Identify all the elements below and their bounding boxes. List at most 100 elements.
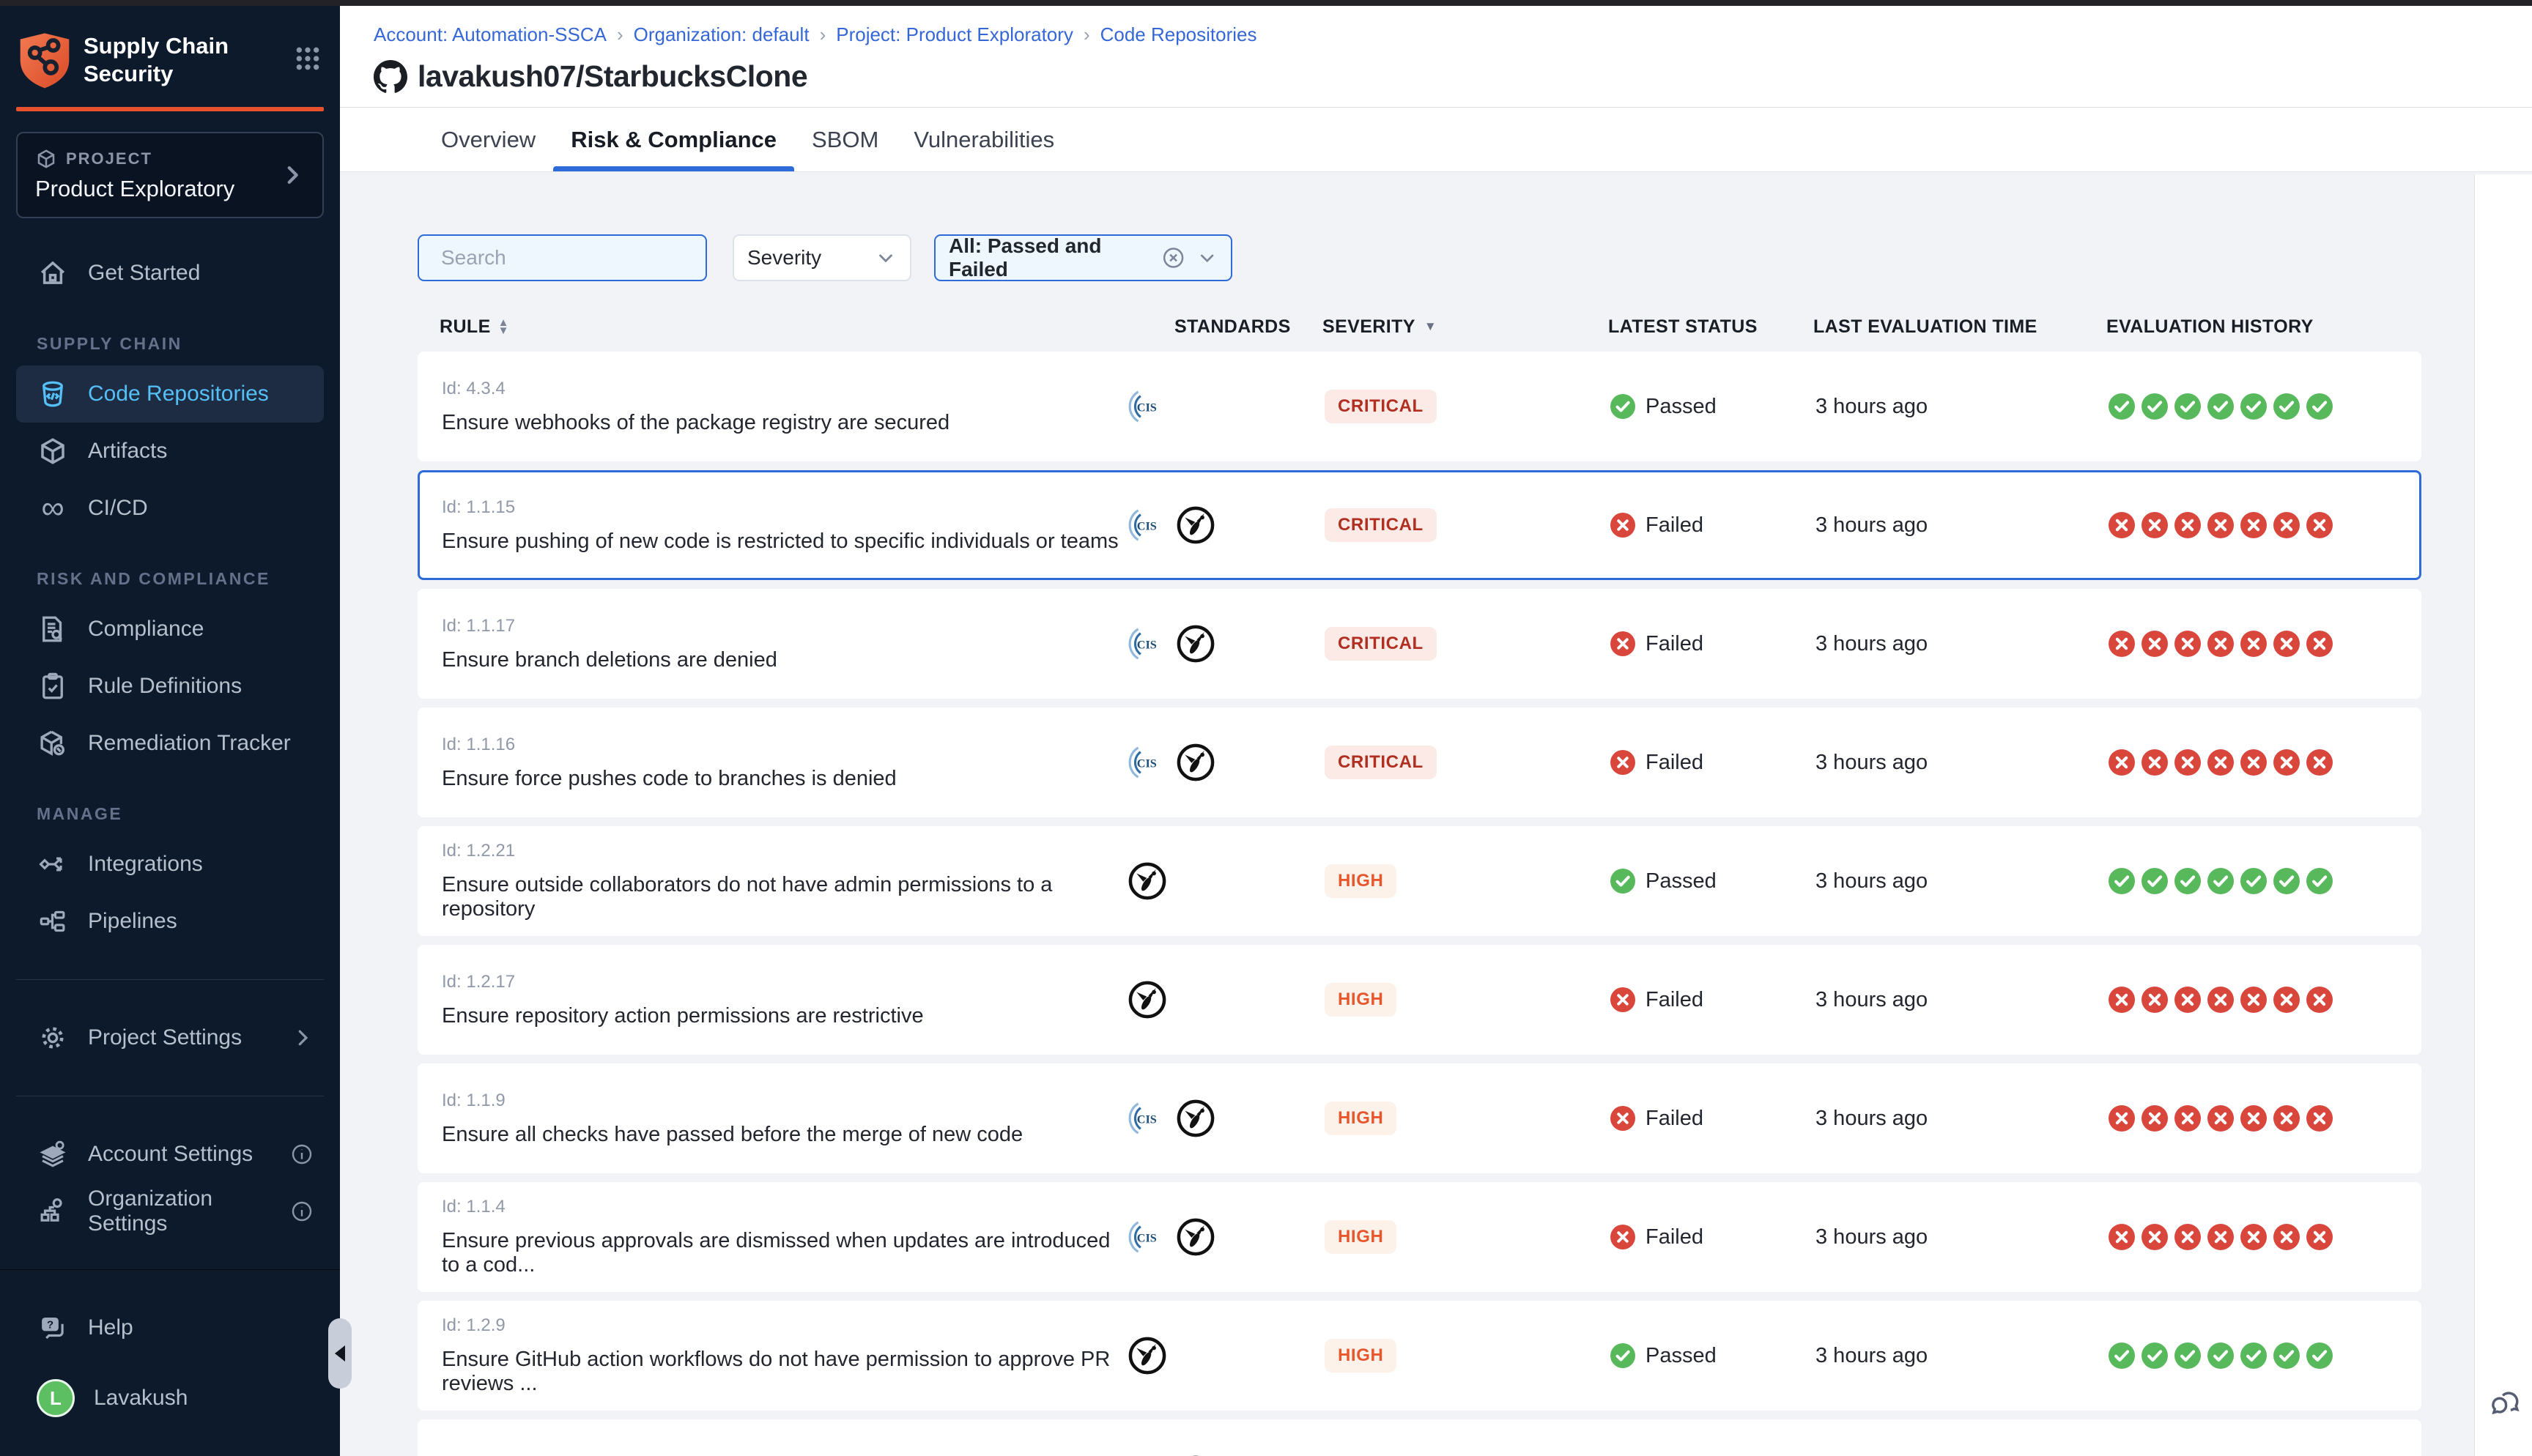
breadcrumb-code-repositories[interactable]: Code Repositories (1100, 23, 1257, 46)
x-circle-icon (2240, 1105, 2267, 1132)
severity-badge: CRITICAL (1325, 627, 1437, 661)
sidebar-item-label: Integrations (88, 852, 203, 877)
check-circle-icon (2273, 393, 2300, 420)
sidebar-item-compliance[interactable]: Compliance (0, 601, 340, 658)
latest-status: Failed (1610, 1225, 1815, 1249)
breadcrumb-project[interactable]: Project: Product Exploratory (836, 23, 1073, 46)
code-repository-icon (37, 378, 69, 410)
x-circle-icon (2142, 512, 2168, 538)
project-label: PROJECT (66, 149, 152, 168)
column-header-severity[interactable]: SEVERITY ▼ (1322, 316, 1608, 338)
tab-sbom[interactable]: SBOM (794, 108, 896, 171)
sidebar-item-account-settings[interactable]: Account Settings (0, 1126, 340, 1183)
info-icon (290, 1200, 314, 1223)
x-circle-icon (2273, 987, 2300, 1013)
table-row[interactable]: Id: 1.1.9 Ensure all checks have passed … (418, 1063, 2421, 1173)
tab-risk-and-compliance[interactable]: Risk & Compliance (553, 108, 794, 171)
status-label: Failed (1646, 513, 1703, 538)
sort-icon[interactable]: ▲▼ (498, 319, 509, 335)
rule-id: Id: 1.1.15 (442, 497, 1127, 518)
table-row[interactable]: Id: 1.1.16 Ensure force pushes code to b… (418, 707, 2421, 817)
sidebar-item-cicd[interactable]: ∞ CI/CD (0, 480, 340, 537)
column-header-rule[interactable]: RULE ▲▼ (418, 316, 1125, 338)
latest-status: Passed (1610, 869, 1815, 894)
x-circle-icon (2240, 512, 2267, 538)
check-circle-icon (2306, 868, 2333, 894)
main-area: Account: Automation-SSCA › Organization: … (340, 6, 2532, 1456)
sidebar-item-get-started[interactable]: Get Started (0, 245, 340, 302)
table-row[interactable]: Id: 1.2.21 Ensure outside collaborators … (418, 826, 2421, 936)
x-circle-icon (2306, 1224, 2333, 1250)
filter-bar: Severity All: Passed and Failed (418, 234, 2532, 281)
x-circle-icon (2306, 987, 2333, 1013)
tab-overview[interactable]: Overview (423, 108, 553, 171)
user-name: Lavakush (94, 1386, 188, 1411)
svg-text:CIS: CIS (1137, 520, 1157, 533)
sidebar-item-project-settings[interactable]: Project Settings (0, 1009, 340, 1066)
sidebar-item-help[interactable]: ? Help (0, 1299, 340, 1356)
standards-cell: CIS (1127, 1217, 1325, 1258)
breadcrumb: Account: Automation-SSCA › Organization: … (374, 23, 2503, 46)
sidebar-collapse-handle[interactable] (328, 1318, 352, 1389)
evaluation-history (2109, 393, 2419, 420)
project-selector[interactable]: PROJECT Product Exploratory (16, 132, 324, 218)
sidebar-item-code-repositories[interactable]: Code Repositories (16, 365, 324, 423)
status-label: Failed (1646, 632, 1703, 656)
app-switcher-grid-icon[interactable] (293, 44, 322, 77)
x-circle-icon (2109, 1105, 2135, 1132)
brand-underline (16, 107, 324, 111)
search-input[interactable] (440, 245, 707, 270)
x-circle-icon (2306, 1105, 2333, 1132)
evaluation-history (2109, 868, 2419, 894)
rule-id: Id: 1.2.21 (442, 841, 1127, 861)
standard-owasp-icon (1175, 623, 1216, 664)
sidebar-item-organization-settings[interactable]: Organization Settings (0, 1183, 340, 1240)
sort-descending-icon[interactable]: ▼ (1424, 319, 1437, 334)
tab-vulnerabilities[interactable]: Vulnerabilities (896, 108, 1072, 171)
project-name: Product Exploratory (35, 176, 280, 202)
table-row[interactable]: Id: 1.2.9 Ensure GitHub action workflows… (418, 1301, 2421, 1411)
latest-status: Failed (1610, 631, 1815, 656)
user-menu[interactable]: L Lavakush (0, 1370, 340, 1427)
feedback-chat-icon[interactable] (2488, 1386, 2522, 1424)
last-evaluation-time: 3 hours ago (1815, 869, 2109, 894)
table-row[interactable]: Id: 1.1.15 Ensure pushing of new code is… (418, 470, 2421, 580)
clipboard-check-icon (37, 670, 69, 702)
x-circle-icon (2240, 749, 2267, 776)
table-row[interactable]: Id: 1.1.5 CIS HIGH Failed 3 hours ago (418, 1419, 2421, 1456)
avatar: L (37, 1379, 75, 1417)
sidebar-item-remediation-tracker[interactable]: Remediation Tracker (0, 715, 340, 772)
sidebar-item-label: Account Settings (88, 1142, 253, 1167)
breadcrumb-account[interactable]: Account: Automation-SSCA (374, 23, 607, 46)
table-row[interactable]: Id: 1.2.17 Ensure repository action perm… (418, 945, 2421, 1055)
severity-filter-dropdown[interactable]: Severity (733, 234, 911, 281)
sidebar-item-integrations[interactable]: Integrations (0, 836, 340, 893)
breadcrumb-separator: › (1073, 23, 1100, 46)
rule-id: Id: 1.1.4 (442, 1197, 1127, 1217)
x-circle-icon (2109, 512, 2135, 538)
x-circle-icon (2240, 1224, 2267, 1250)
check-circle-icon (2142, 1342, 2168, 1369)
scrollbar-gutter[interactable] (2474, 174, 2532, 1456)
table-row[interactable]: Id: 4.3.4 Ensure webhooks of the package… (418, 352, 2421, 461)
breadcrumb-organization[interactable]: Organization: default (634, 23, 810, 46)
status-filter-dropdown[interactable]: All: Passed and Failed (934, 234, 1232, 281)
sidebar-item-pipelines[interactable]: Pipelines (0, 893, 340, 950)
sidebar-item-rule-definitions[interactable]: Rule Definitions (0, 658, 340, 715)
sidebar-item-artifacts[interactable]: Artifacts (0, 423, 340, 480)
x-circle-icon (2273, 749, 2300, 776)
integrations-icon (37, 848, 69, 880)
x-circle-icon (2306, 749, 2333, 776)
column-header-standards: STANDARDS (1125, 316, 1322, 338)
check-circle-icon (2273, 868, 2300, 894)
latest-status: Passed (1610, 394, 1815, 419)
table-row[interactable]: Id: 1.1.4 Ensure previous approvals are … (418, 1182, 2421, 1292)
clear-filter-icon[interactable] (1161, 245, 1185, 270)
status-label: Passed (1646, 395, 1717, 419)
rule-id: Id: 1.1.17 (442, 616, 1127, 636)
table-row[interactable]: Id: 1.1.17 Ensure branch deletions are d… (418, 589, 2421, 699)
standard-owasp-icon (1127, 1335, 1168, 1376)
status-label: Passed (1646, 869, 1717, 894)
check-circle-icon (2207, 393, 2234, 420)
check-circle-icon (1610, 1343, 1635, 1368)
